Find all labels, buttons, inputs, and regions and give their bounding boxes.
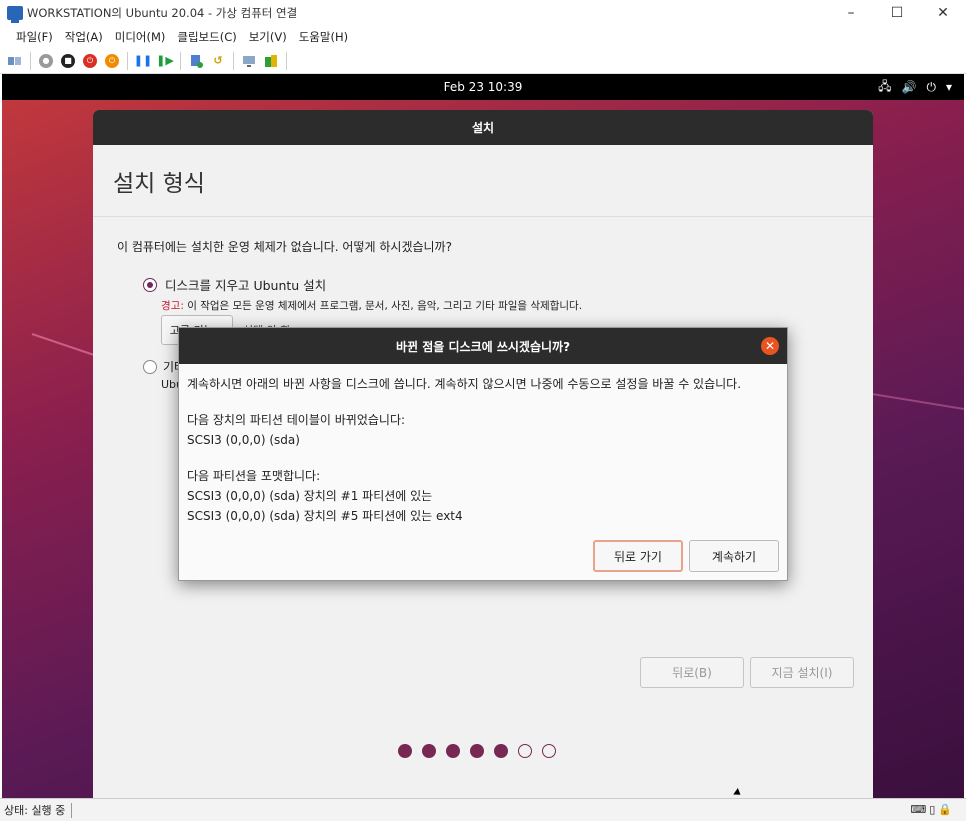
turn-off-icon[interactable]: ■	[59, 52, 77, 70]
vm-connection-icon	[7, 6, 23, 23]
window-controls: – ☐ ✕	[828, 0, 966, 26]
close-window-button[interactable]: ✕	[920, 0, 966, 26]
format-header: 다음 파티션을 포맷합니다:	[187, 469, 321, 483]
dialog-body: 계속하시면 아래의 바뀐 사항을 디스크에 씁니다. 계속하지 않으시면 나중에…	[179, 364, 787, 536]
menu-help[interactable]: 도움말(H)	[299, 29, 348, 45]
format-item: SCSI3 (0,0,0) (sda) 장치의 #5 파티션에 있는 ext4	[187, 509, 463, 523]
dialog-header: 바뀐 점을 디스크에 쓰시겠습니까? ✕	[179, 328, 787, 364]
something-else-radio[interactable]	[143, 359, 157, 374]
progress-step	[470, 744, 484, 758]
install-question: 이 컴퓨터에는 설치한 운영 체제가 없습니다. 어떻게 하시겠습니까?	[117, 240, 452, 254]
menu-file[interactable]: 파일(F)	[16, 29, 53, 45]
reset-icon[interactable]: ❚▶	[156, 52, 174, 70]
dialog-intro: 계속하시면 아래의 바뀐 사항을 디스크에 씁니다. 계속하지 않으시면 나중에…	[187, 377, 742, 391]
keyboard-icon: ⌨	[910, 803, 927, 816]
shutdown-icon[interactable]: ⏻	[81, 52, 99, 70]
partition-table-header: 다음 장치의 파티션 테이블이 바뀌었습니다:	[187, 413, 406, 427]
menu-clipboard[interactable]: 클립보드(C)	[177, 29, 236, 45]
erase-warning: 경고: 이 작업은 모든 운영 체제에서 프로그램, 문서, 사진, 음악, 그…	[161, 298, 582, 313]
go-back-button[interactable]: 뒤로 가기	[593, 540, 683, 572]
menu-media[interactable]: 미디어(M)	[115, 29, 166, 45]
volume-icon: 🔊	[901, 80, 917, 94]
progress-step	[518, 744, 532, 758]
window-title: WORKSTATION의 Ubuntu 20.04 - 가상 컴퓨터 연결	[27, 6, 298, 20]
toolbar-separator	[127, 51, 128, 70]
status-icons: ⌨ ▯ 🔒	[910, 803, 952, 816]
menu-bar: 파일(F) 작업(A) 미디어(M) 클립보드(C) 보기(V) 도움말(H)	[0, 26, 966, 48]
chevron-down-icon: ▾	[945, 80, 952, 94]
format-item: SCSI3 (0,0,0) (sda) 장치의 #1 파티션에 있는	[187, 489, 433, 503]
installer-header: 설치	[93, 110, 873, 145]
progress-step	[446, 744, 460, 758]
save-icon[interactable]: ⏻	[103, 52, 121, 70]
ctrl-alt-del-icon[interactable]	[6, 52, 24, 70]
close-icon[interactable]: ✕	[761, 337, 779, 355]
warning-text: 이 작업은 모든 운영 체제에서 프로그램, 문서, 사진, 음악, 그리고 기…	[183, 300, 583, 312]
progress-dots	[398, 744, 556, 758]
window-titlebar: WORKSTATION의 Ubuntu 20.04 - 가상 컴퓨터 연결 – …	[0, 0, 966, 26]
back-button[interactable]: 뒤로(B)	[640, 657, 744, 688]
progress-step	[542, 744, 556, 758]
status-separator	[71, 802, 73, 818]
start-icon[interactable]: ●	[37, 52, 55, 70]
dialog-buttons: 뒤로 가기 계속하기	[593, 540, 779, 572]
page-title: 설치 형식	[93, 145, 873, 217]
erase-disk-radio[interactable]	[143, 277, 157, 292]
minimize-button[interactable]: –	[828, 0, 874, 26]
menu-view[interactable]: 보기(V)	[249, 29, 287, 45]
power-icon: ⏻	[926, 79, 936, 94]
dialog-title: 바뀐 점을 디스크에 쓰시겠습니까?	[395, 339, 571, 354]
install-now-button[interactable]: 지금 설치(I)	[750, 657, 854, 688]
progress-step	[398, 744, 412, 758]
vm-status-text: 상태: 실행 중	[4, 804, 66, 817]
pause-icon[interactable]: ❚❚	[134, 52, 152, 70]
write-changes-dialog: 바뀐 점을 디스크에 쓰시겠습니까? ✕ 계속하시면 아래의 바뀐 사항을 디스…	[178, 327, 788, 581]
share-icon[interactable]	[262, 52, 280, 70]
progress-step	[494, 744, 508, 758]
progress-step	[422, 744, 436, 758]
continue-button[interactable]: 계속하기	[689, 540, 779, 572]
enhanced-session-icon[interactable]	[240, 52, 258, 70]
partition-table-device: SCSI3 (0,0,0) (sda)	[187, 433, 300, 447]
maximize-button[interactable]: ☐	[874, 0, 920, 26]
toolbar-separator	[180, 51, 181, 70]
revert-icon[interactable]: ↺	[209, 52, 227, 70]
clock[interactable]: Feb 23 10:39	[444, 80, 523, 94]
system-tray[interactable]: 🖧 🔊 ⏻ ▾	[878, 74, 952, 100]
mouse-icon: ▯	[929, 803, 936, 816]
checkpoint-icon[interactable]	[187, 52, 205, 70]
toolbar: ● ■ ⏻ ⏻ ❚❚ ❚▶ ↺	[0, 48, 966, 74]
warning-label: 경고:	[161, 300, 184, 312]
toolbar-separator	[286, 51, 287, 70]
toolbar-separator	[30, 51, 31, 70]
erase-disk-option[interactable]: 디스크를 지우고 Ubuntu 설치	[143, 275, 326, 294]
menu-action[interactable]: 작업(A)	[65, 29, 103, 45]
network-icon: 🖧	[878, 78, 892, 93]
toolbar-separator	[233, 51, 234, 70]
lock-icon: 🔒	[938, 803, 952, 816]
erase-disk-label: 디스크를 지우고 Ubuntu 설치	[165, 278, 327, 293]
status-bar: 상태: 실행 중 ⌨ ▯ 🔒	[0, 798, 966, 821]
ubuntu-top-bar: Feb 23 10:39 🖧 🔊 ⏻ ▾	[2, 74, 964, 100]
